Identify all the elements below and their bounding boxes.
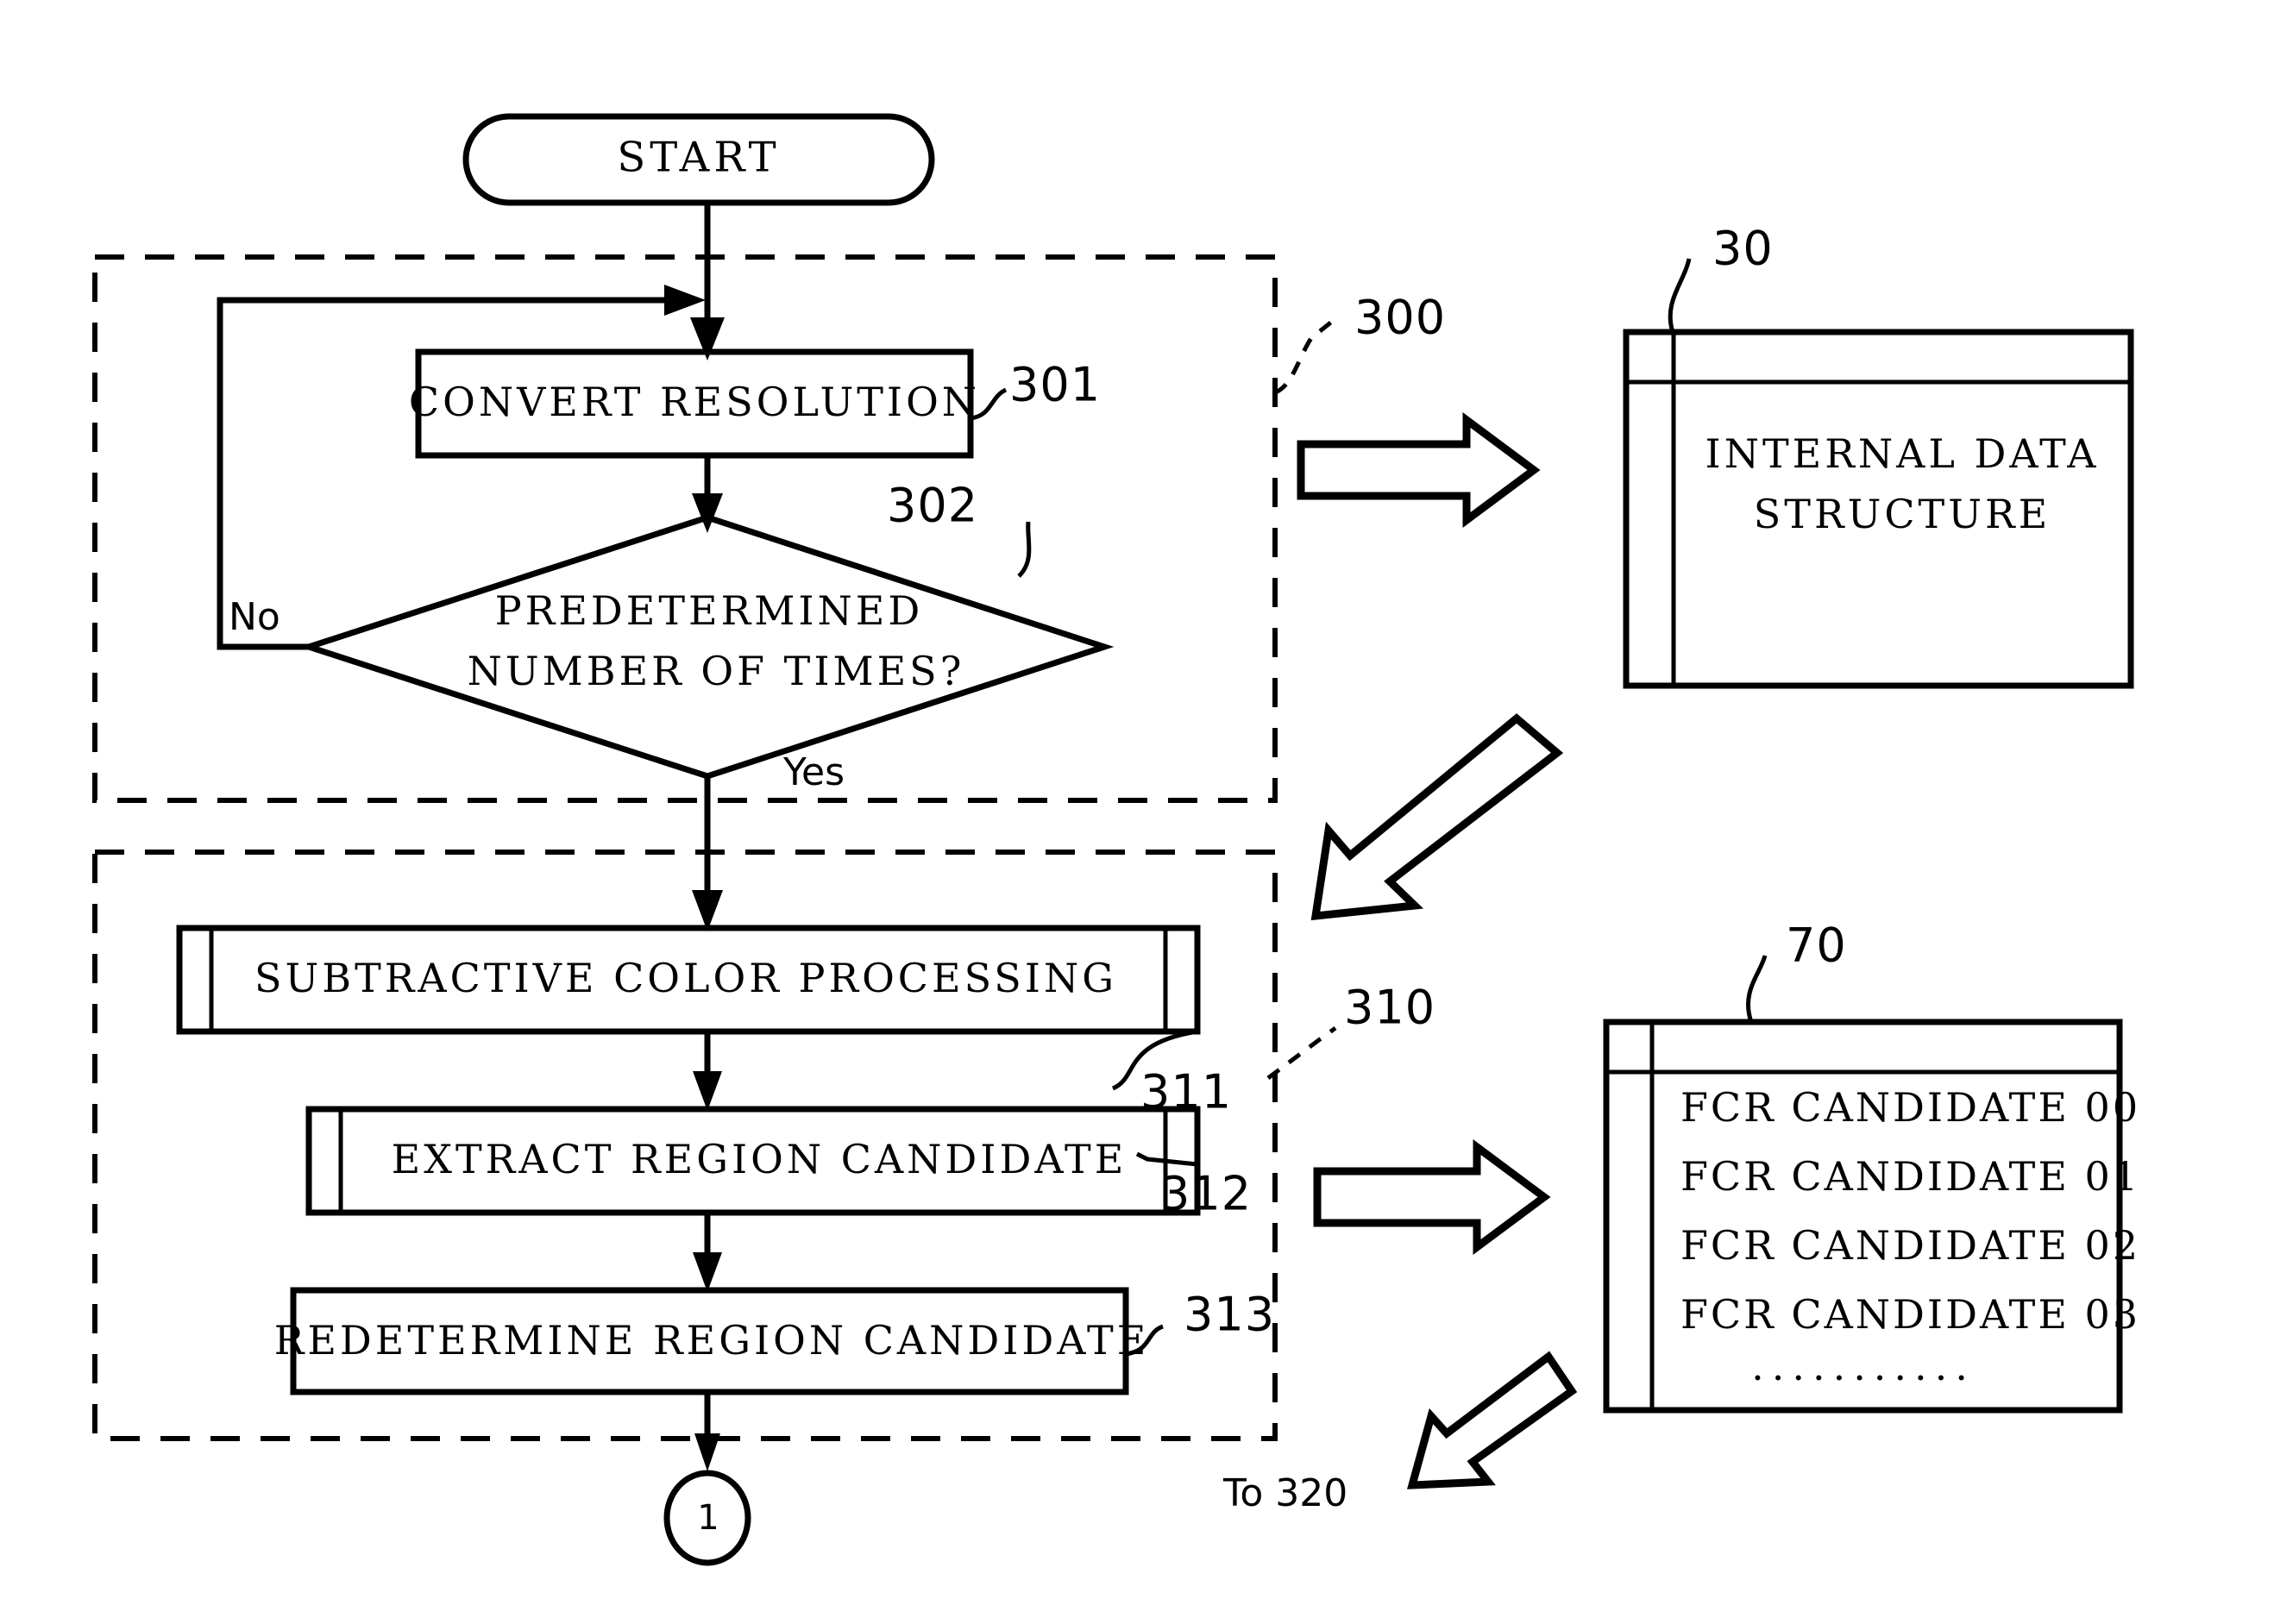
block-arrow-right-lower bbox=[1313, 1139, 1551, 1255]
arrowhead-redetermine-to-connector bbox=[694, 1433, 720, 1471]
flowchart-svg: START CONVERT RESOLUTION 301 PREDETERMIN… bbox=[92, 113, 2140, 1566]
group-box-300 bbox=[92, 254, 1278, 803]
ref-310: 310 bbox=[1344, 981, 1435, 1035]
to-320-annotation: To 320 bbox=[1222, 1471, 1347, 1515]
ref-302: 302 bbox=[887, 479, 978, 533]
figure-canvas: START CONVERT RESOLUTION 301 PREDETERMIN… bbox=[0, 0, 2274, 1624]
arrowhead-convert-to-decision bbox=[692, 493, 723, 533]
block-arrow-diagonal-middle bbox=[1310, 713, 1564, 921]
fcr-candidate-row-1: FCR CANDIDATE 01 bbox=[1680, 1153, 2140, 1200]
start-label: START bbox=[617, 134, 780, 182]
decision-label-line2: NUMBER OF TIMES? bbox=[468, 648, 965, 694]
branch-label-yes: Yes bbox=[782, 750, 845, 794]
fcr-candidate-ellipsis: ........... bbox=[1751, 1343, 1976, 1389]
arrowhead-subtractive-to-extract bbox=[693, 1071, 722, 1111]
offpage-connector-label: 1 bbox=[697, 1498, 719, 1538]
leader-line-310 bbox=[1266, 1025, 1337, 1080]
fcr-candidate-row-3: FCR CANDIDATE 03 bbox=[1680, 1291, 2140, 1338]
block-arrow-diagonal-lower bbox=[1407, 1351, 1578, 1489]
arrowhead-no-feedback bbox=[664, 285, 706, 316]
block-arrow-right-upper bbox=[1297, 412, 1541, 528]
decision-label-line1: PREDETERMINED bbox=[495, 587, 924, 634]
leader-line-300 bbox=[1273, 319, 1335, 395]
fcr-candidate-row-2: FCR CANDIDATE 02 bbox=[1680, 1222, 2140, 1269]
leader-line-302 bbox=[1017, 521, 1032, 578]
ref-70: 70 bbox=[1786, 919, 1847, 973]
ref-311: 311 bbox=[1140, 1065, 1232, 1119]
fcr-candidate-row-0: FCR CANDIDATE 00 bbox=[1680, 1084, 2140, 1131]
decision-diamond bbox=[298, 514, 1115, 780]
arrowhead-extract-to-redetermine bbox=[693, 1252, 722, 1292]
ref-313: 313 bbox=[1184, 1288, 1275, 1342]
branch-label-no: No bbox=[229, 595, 280, 639]
extract-region-candidate-label: EXTRACT REGION CANDIDATE bbox=[392, 1136, 1128, 1182]
internal-data-structure-line2: STRUCTURE bbox=[1754, 491, 2051, 537]
ref-300: 300 bbox=[1354, 291, 1446, 345]
ref-301: 301 bbox=[1009, 358, 1101, 412]
subtractive-color-processing-label: SUBTRACTIVE COLOR PROCESSING bbox=[254, 955, 1117, 1001]
ref-312: 312 bbox=[1160, 1167, 1252, 1221]
leader-line-30 bbox=[1668, 258, 1692, 333]
convert-resolution-label: CONVERT RESOLUTION bbox=[409, 379, 980, 425]
ref-30: 30 bbox=[1712, 222, 1774, 276]
internal-data-structure-line1: INTERNAL DATA bbox=[1706, 430, 2100, 477]
redetermine-region-candidate-label: REDETERMINE REGION CANDIDATE bbox=[274, 1317, 1150, 1364]
leader-line-70 bbox=[1745, 955, 1768, 1023]
